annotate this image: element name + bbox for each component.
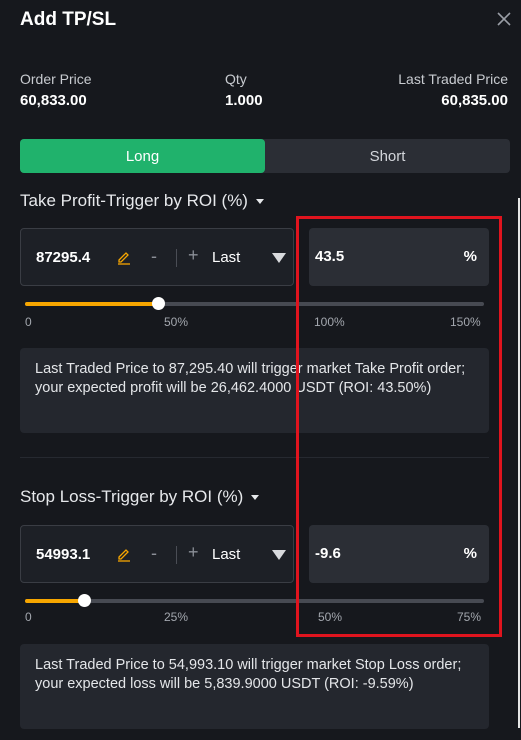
stepper-divider bbox=[176, 249, 177, 267]
stop-loss-trigger-type[interactable]: Last bbox=[212, 546, 240, 563]
take-profit-note: Last Traded Price to 87,295.40 will trig… bbox=[20, 348, 489, 433]
slider-tick: 0 bbox=[25, 315, 32, 329]
slider-thumb[interactable] bbox=[152, 297, 166, 310]
stop-loss-roi-value[interactable]: -9.6 bbox=[315, 545, 341, 562]
slider-tick: 150% bbox=[450, 315, 481, 329]
section-divider bbox=[20, 457, 489, 458]
stop-loss-roi-input[interactable]: -9.6 % bbox=[309, 525, 489, 583]
stop-loss-roi-slider[interactable] bbox=[25, 594, 484, 607]
dialog-header: Add TP/SL bbox=[0, 0, 521, 50]
slider-fill bbox=[25, 302, 159, 306]
take-profit-increment-button[interactable]: + bbox=[188, 245, 199, 266]
take-profit-decrement-button[interactable]: - bbox=[151, 246, 157, 267]
order-price-value: 60,833.00 bbox=[20, 92, 87, 109]
stop-loss-roi-unit: % bbox=[463, 545, 477, 562]
stop-loss-title: Stop Loss-Trigger by ROI (%) bbox=[20, 487, 244, 506]
stop-loss-trigger-selector[interactable]: Stop Loss-Trigger by ROI (%) bbox=[20, 487, 260, 507]
take-profit-price-value[interactable]: 87295.4 bbox=[36, 249, 90, 266]
stop-loss-price-value[interactable]: 54993.1 bbox=[36, 546, 90, 563]
dialog-title: Add TP/SL bbox=[20, 9, 117, 30]
close-icon[interactable] bbox=[495, 10, 513, 28]
chevron-down-icon bbox=[251, 495, 260, 501]
take-profit-trigger-type[interactable]: Last bbox=[212, 249, 240, 266]
tab-short[interactable]: Short bbox=[265, 139, 510, 173]
tab-long[interactable]: Long bbox=[20, 139, 265, 173]
stop-loss-price-input[interactable]: 54993.1 - + Last bbox=[20, 525, 294, 583]
slider-tick: 100% bbox=[314, 315, 345, 329]
slider-tick: 75% bbox=[457, 610, 482, 624]
stepper-divider bbox=[176, 546, 177, 564]
qty-label: Qty bbox=[225, 71, 247, 87]
slider-tick: 50% bbox=[318, 610, 343, 624]
take-profit-roi-input[interactable]: 43.5 % bbox=[309, 228, 489, 286]
slider-tick: 25% bbox=[164, 610, 189, 624]
last-traded-price-label: Last Traded Price bbox=[398, 71, 508, 87]
edit-icon[interactable] bbox=[116, 546, 132, 562]
take-profit-roi-unit: % bbox=[463, 248, 477, 265]
take-profit-trigger-selector[interactable]: Take Profit-Trigger by ROI (%) bbox=[20, 191, 264, 211]
stop-loss-note: Last Traded Price to 54,993.10 will trig… bbox=[20, 644, 489, 729]
qty-value: 1.000 bbox=[225, 92, 263, 109]
stop-loss-increment-button[interactable]: + bbox=[188, 542, 199, 563]
last-traded-price-value: 60,835.00 bbox=[441, 92, 508, 109]
caret-down-icon[interactable] bbox=[272, 253, 286, 263]
slider-tick: 50% bbox=[164, 315, 189, 329]
edit-icon[interactable] bbox=[116, 249, 132, 265]
take-profit-roi-value[interactable]: 43.5 bbox=[315, 248, 344, 265]
stop-loss-decrement-button[interactable]: - bbox=[151, 543, 157, 564]
take-profit-title: Take Profit-Trigger by ROI (%) bbox=[20, 191, 248, 210]
scrollbar[interactable] bbox=[518, 198, 520, 728]
take-profit-roi-slider[interactable] bbox=[25, 297, 484, 310]
take-profit-price-input[interactable]: 87295.4 - + Last bbox=[20, 228, 294, 286]
order-price-label: Order Price bbox=[20, 71, 92, 87]
slider-fill bbox=[25, 599, 84, 603]
direction-tabs: Long Short bbox=[20, 139, 510, 173]
slider-thumb[interactable] bbox=[77, 594, 91, 607]
chevron-down-icon bbox=[255, 199, 264, 205]
tpsl-scroll-area: Take Profit-Trigger by ROI (%) 87295.4 -… bbox=[0, 185, 521, 740]
slider-tick: 0 bbox=[25, 610, 32, 624]
caret-down-icon[interactable] bbox=[272, 550, 286, 560]
